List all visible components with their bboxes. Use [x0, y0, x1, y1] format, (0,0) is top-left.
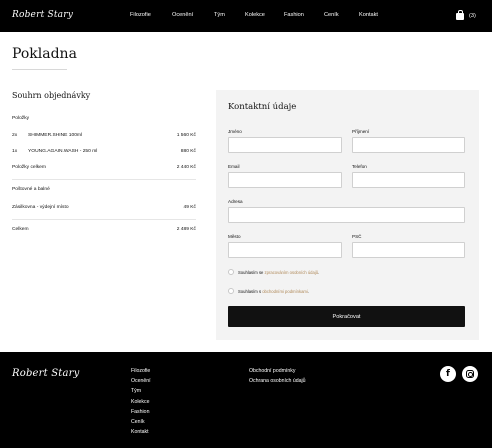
footer-nav-item[interactable]: Ocenění	[131, 376, 151, 386]
summary-divider	[12, 179, 196, 180]
footer-nav: Filozofie Ocenění Tým Kolekce Fashion Ce…	[131, 366, 151, 437]
item-price: 1 560 Kč	[176, 133, 196, 138]
instagram-button[interactable]	[462, 366, 478, 382]
last-name-label: Příjmení	[352, 129, 370, 134]
shipping-price: 49 Kč	[183, 205, 196, 210]
grand-total-value: 2 489 Kč	[176, 227, 196, 232]
city-label: Město	[228, 234, 241, 239]
footer-nav-item[interactable]: Tým	[131, 386, 151, 396]
city-field[interactable]	[228, 242, 342, 258]
footer-nav-item[interactable]: Kontakt	[131, 427, 151, 437]
nav-item-kontakt[interactable]: Kontakt	[359, 12, 378, 18]
item-name: YOUNG.AGAIN.WASH - 250 ml	[28, 149, 98, 154]
cart-button[interactable]: (3)	[456, 10, 476, 20]
shipping-name: Zásilkovna - výdejní místo	[12, 205, 69, 210]
address-field[interactable]	[228, 207, 465, 223]
item-name: SHIMMER.SHINE 100ml	[28, 133, 83, 138]
items-total-label: Položky celkem	[12, 165, 46, 170]
consent-terms-checkbox[interactable]	[228, 288, 234, 294]
footer-logo[interactable]: Robert Stary	[12, 368, 80, 379]
continue-button[interactable]: Pokračovat	[228, 306, 465, 327]
privacy-footer-link[interactable]: Ochrana osobních údajů	[249, 376, 306, 386]
footer-nav-item[interactable]: Kolekce	[131, 397, 151, 407]
footer-nav-item[interactable]: Ceník	[131, 417, 151, 427]
address-label: Adresa	[228, 199, 243, 204]
brand-logo[interactable]: Robert Stary	[12, 10, 73, 20]
consent-privacy-checkbox[interactable]	[228, 269, 234, 275]
first-name-field[interactable]	[228, 137, 342, 153]
title-divider	[12, 69, 67, 70]
last-name-field[interactable]	[352, 137, 465, 153]
privacy-link[interactable]: zpracováním osobních údajů	[265, 270, 319, 275]
phone-field[interactable]	[352, 172, 465, 188]
terms-footer-link[interactable]: Obchodní podmínky	[249, 366, 306, 376]
instagram-icon	[466, 370, 474, 378]
facebook-button[interactable]: f	[440, 366, 456, 382]
nav-item-kolekce[interactable]: Kolekce	[245, 12, 265, 18]
item-qty: 2x	[12, 133, 18, 138]
items-total-value: 2 440 Kč	[176, 165, 196, 170]
item-price: 880 Kč	[180, 149, 196, 154]
cart-count: (3)	[469, 12, 476, 19]
shopping-bag-icon	[456, 10, 464, 20]
terms-link[interactable]: obchodními podmínkami	[262, 289, 308, 294]
nav-item-cenik[interactable]: Ceník	[324, 12, 339, 18]
nav-item-fashion[interactable]: Fashion	[284, 12, 304, 18]
contact-heading: Kontaktní údaje	[228, 102, 297, 112]
email-field[interactable]	[228, 172, 342, 188]
nav-item-filozofie[interactable]: Filozofie	[130, 12, 151, 18]
summary-divider	[12, 219, 196, 220]
first-name-label: Jméno	[228, 129, 242, 134]
phone-label: Telefon	[352, 164, 367, 169]
footer-nav-item[interactable]: Filozofie	[131, 366, 151, 376]
nav-item-tym[interactable]: Tým	[214, 12, 225, 18]
consent-terms-text: Souhlasím s obchodními podmínkami.	[238, 289, 310, 294]
email-label: Email	[228, 164, 240, 169]
shipping-label: Poštovné a balné	[12, 187, 50, 192]
items-label: Položky	[12, 116, 30, 121]
footer-nav-item[interactable]: Fashion	[131, 407, 151, 417]
zip-field[interactable]	[352, 242, 465, 258]
site-header: Robert Stary Filozofie Ocenění Tým Kolek…	[0, 0, 492, 32]
nav-item-oceneni[interactable]: Ocenění	[172, 12, 193, 18]
page-title: Pokladna	[12, 46, 77, 62]
consent-privacy-text: Souhlasím se zpracováním osobních údajů.	[238, 270, 320, 275]
footer-legal-links: Obchodní podmínky Ochrana osobních údajů	[249, 366, 306, 386]
site-footer: Robert Stary Filozofie Ocenění Tým Kolek…	[0, 352, 492, 448]
summary-heading: Souhrn objednávky	[12, 91, 91, 100]
grand-total-label: Celkem	[12, 227, 29, 232]
item-qty: 1x	[12, 149, 18, 154]
facebook-icon: f	[446, 368, 450, 379]
zip-label: PSČ	[352, 234, 362, 239]
